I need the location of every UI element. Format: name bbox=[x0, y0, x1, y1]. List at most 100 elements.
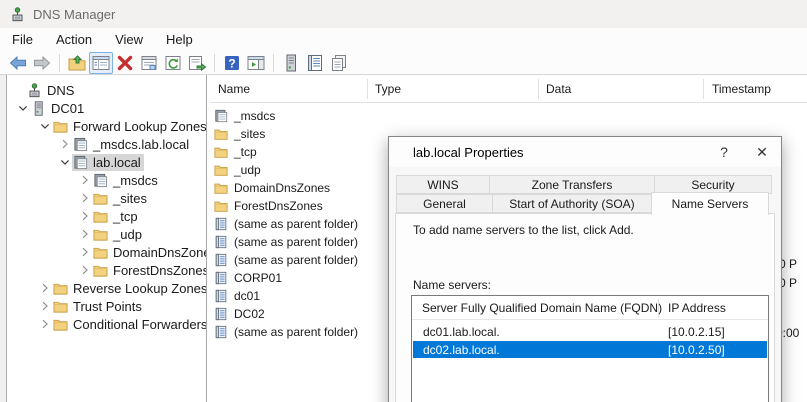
chevron-collapsed-icon[interactable] bbox=[78, 245, 92, 259]
tab-zone-transfers[interactable]: Zone Transfers bbox=[489, 175, 655, 194]
chevron-collapsed-icon[interactable] bbox=[78, 173, 92, 187]
pane-divider[interactable] bbox=[206, 75, 207, 402]
name-server-row-selected[interactable]: dc02.lab.local. [10.0.2.50] bbox=[413, 341, 767, 358]
up-one-level-button[interactable] bbox=[65, 52, 89, 74]
tree-item-reverse-lookup-zones[interactable]: Reverse Lookup Zones bbox=[8, 279, 206, 297]
folder-icon bbox=[93, 227, 108, 242]
tree-item-forestdnszones[interactable]: ForestDnsZones bbox=[8, 261, 206, 279]
console-tree-pane: DNS DC01 Forward Lookup Zones _msdcs.lab… bbox=[8, 75, 206, 402]
folder-icon bbox=[53, 281, 68, 296]
tree-item-msdcs-lab-local[interactable]: _msdcs.lab.local bbox=[8, 135, 206, 153]
tree-item-sites[interactable]: _sites bbox=[8, 189, 206, 207]
ns-column-ip[interactable]: IP Address bbox=[668, 301, 726, 315]
chevron-collapsed-icon[interactable] bbox=[78, 227, 92, 241]
folder-icon bbox=[53, 119, 68, 134]
chevron-collapsed-icon[interactable] bbox=[78, 191, 92, 205]
tree-item-forward-lookup-zones[interactable]: Forward Lookup Zones bbox=[8, 117, 206, 135]
tree-item-dc01[interactable]: DC01 bbox=[8, 99, 206, 117]
folder-icon bbox=[93, 245, 108, 260]
column-header-type[interactable]: Type bbox=[375, 82, 401, 96]
properties-window-icon bbox=[139, 53, 159, 73]
record-icon bbox=[214, 253, 228, 267]
toolbar-separator bbox=[273, 54, 274, 72]
column-header-name[interactable]: Name bbox=[218, 82, 250, 96]
ns-column-separator[interactable] bbox=[658, 299, 659, 317]
properties-button[interactable] bbox=[137, 52, 161, 74]
chevron-collapsed-icon[interactable] bbox=[38, 299, 52, 313]
menu-help[interactable]: Help bbox=[166, 30, 193, 49]
folder-icon bbox=[93, 209, 108, 224]
delete-button[interactable] bbox=[113, 52, 137, 74]
column-header-timestamp[interactable]: Timestamp bbox=[712, 82, 771, 96]
tree-item-msdcs[interactable]: _msdcs bbox=[8, 171, 206, 189]
tree-item-udp[interactable]: _udp bbox=[8, 225, 206, 243]
dialog-close-button[interactable]: ✕ bbox=[751, 142, 773, 162]
column-header-data[interactable]: Data bbox=[546, 82, 571, 96]
menu-file[interactable]: File bbox=[12, 30, 33, 49]
tree-item-dns[interactable]: DNS bbox=[8, 81, 206, 99]
window-left-edge bbox=[0, 75, 7, 402]
action-pane-icon bbox=[246, 53, 266, 73]
back-button[interactable] bbox=[6, 52, 30, 74]
tree-item-conditional-forwarders[interactable]: Conditional Forwarders bbox=[8, 315, 206, 333]
dialog-title: lab.local Properties bbox=[413, 145, 524, 160]
chevron-expanded-icon[interactable] bbox=[38, 119, 52, 133]
chevron-expanded-icon[interactable] bbox=[58, 155, 72, 169]
name-server-row[interactable]: dc01.lab.local. [10.0.2.15] bbox=[413, 323, 767, 340]
tree-item-lab-local[interactable]: lab.local bbox=[8, 153, 206, 171]
copy-toolbar-button[interactable] bbox=[327, 52, 351, 74]
chevron-collapsed-icon[interactable] bbox=[78, 263, 92, 277]
menu-action[interactable]: Action bbox=[56, 30, 92, 49]
chevron-collapsed-icon[interactable] bbox=[38, 281, 52, 295]
dialog-help-button[interactable]: ? bbox=[713, 142, 735, 162]
record-list-toolbar-button[interactable] bbox=[303, 52, 327, 74]
action-pane-toggle-button[interactable] bbox=[244, 52, 268, 74]
server-icon bbox=[31, 101, 46, 116]
ns-column-fqdn[interactable]: Server Fully Qualified Domain Name (FQDN… bbox=[422, 301, 662, 315]
copy-icon bbox=[329, 53, 349, 73]
tab-row-front: General Start of Authority (SOA) Name Se… bbox=[396, 194, 769, 213]
column-separator[interactable] bbox=[367, 79, 368, 99]
export-list-button[interactable] bbox=[185, 52, 209, 74]
forward-button[interactable] bbox=[30, 52, 54, 74]
record-icon bbox=[214, 289, 228, 303]
list-row[interactable]: _msdcs bbox=[210, 107, 807, 125]
zone-icon bbox=[93, 173, 108, 188]
toolbar-separator bbox=[214, 54, 215, 72]
console-tree-toggle-button[interactable] bbox=[89, 52, 113, 74]
tab-general[interactable]: General bbox=[396, 194, 493, 213]
folder-icon bbox=[53, 317, 68, 332]
column-separator[interactable] bbox=[703, 79, 704, 99]
chevron-placeholder bbox=[12, 83, 26, 97]
record-icon bbox=[214, 307, 228, 321]
chevron-collapsed-icon[interactable] bbox=[78, 209, 92, 223]
window-title: DNS Manager bbox=[33, 7, 115, 22]
ns-header-underline bbox=[412, 319, 768, 320]
toolbar bbox=[0, 51, 807, 75]
server-toolbar-button[interactable] bbox=[279, 52, 303, 74]
tree-item-domaindnszones[interactable]: DomainDnsZones bbox=[8, 243, 206, 261]
zone-icon bbox=[214, 109, 228, 123]
menu-view[interactable]: View bbox=[115, 30, 143, 49]
tree-item-tcp[interactable]: _tcp bbox=[8, 207, 206, 225]
lab-local-properties-dialog: lab.local Properties ? ✕ WINS Zone Trans… bbox=[388, 136, 782, 402]
folder-icon bbox=[53, 299, 68, 314]
refresh-button[interactable] bbox=[161, 52, 185, 74]
chevron-expanded-icon[interactable] bbox=[16, 101, 30, 115]
dns-root-icon bbox=[27, 83, 42, 98]
tab-name-servers[interactable]: Name Servers bbox=[651, 192, 769, 215]
dns-manager-window: DNS Manager File Action View Help DNS bbox=[0, 0, 807, 402]
chevron-collapsed-icon[interactable] bbox=[58, 137, 72, 151]
forward-arrow-icon bbox=[32, 53, 52, 73]
tree-item-trust-points[interactable]: Trust Points bbox=[8, 297, 206, 315]
column-separator[interactable] bbox=[538, 79, 539, 99]
delete-x-icon bbox=[115, 53, 135, 73]
record-icon bbox=[214, 271, 228, 285]
tab-wins[interactable]: WINS bbox=[396, 175, 490, 194]
help-icon bbox=[222, 53, 242, 73]
chevron-collapsed-icon[interactable] bbox=[38, 317, 52, 331]
help-button[interactable] bbox=[220, 52, 244, 74]
back-arrow-icon bbox=[8, 53, 28, 73]
list-header: Name Type Data Timestamp bbox=[210, 75, 807, 103]
tab-start-of-authority[interactable]: Start of Authority (SOA) bbox=[492, 194, 652, 213]
